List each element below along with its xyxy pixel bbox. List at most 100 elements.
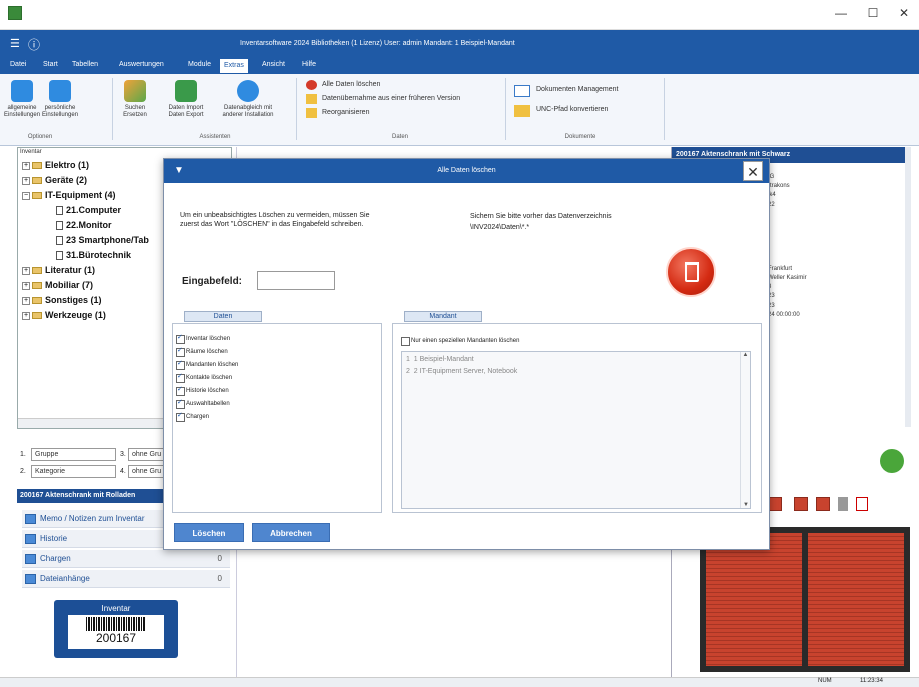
tree-item-label: 31.Bürotechnik bbox=[66, 250, 132, 260]
menu-auswertungen[interactable]: Auswertungen bbox=[119, 61, 164, 68]
tree-item-literatur[interactable]: + Literatur (1) bbox=[22, 265, 95, 275]
menu-start[interactable]: Start bbox=[43, 61, 58, 68]
mandant-list[interactable]: 1 1 Beispiel-Mandant 2 2 IT-Equipment Se… bbox=[401, 351, 751, 509]
menu-ansicht[interactable]: Ansicht bbox=[262, 61, 285, 68]
data-transfer-item[interactable]: Datenübernahme aus einer früheren Versio… bbox=[306, 93, 460, 105]
folder-icon bbox=[32, 312, 42, 320]
menu-module[interactable]: Module bbox=[188, 61, 211, 68]
barcode-box: 200167 bbox=[68, 615, 164, 649]
tree-item-werkzeuge[interactable]: + Werkzeuge (1) bbox=[22, 310, 106, 320]
personal-settings-label: persönliche Einstellungen bbox=[42, 105, 79, 118]
right-panel-scrollbar[interactable] bbox=[905, 147, 911, 427]
cancel-button[interactable]: Abbrechen bbox=[252, 523, 330, 542]
tree-item-geraete[interactable]: + Geräte (2) bbox=[22, 175, 87, 185]
checkbox-inventar[interactable]: Inventar löschen bbox=[176, 333, 230, 344]
group-level-3-value: ohne Gru bbox=[132, 451, 162, 458]
dialog-menu-icon[interactable]: ▼ bbox=[174, 159, 184, 183]
tree-item-sonstiges[interactable]: + Sonstiges (1) bbox=[22, 295, 102, 305]
folder-icon bbox=[32, 177, 42, 185]
import-export-icon bbox=[175, 80, 197, 102]
edit-document-icon[interactable] bbox=[768, 497, 782, 511]
general-settings-button[interactable]: allgemeine Einstellungen bbox=[4, 80, 40, 119]
personal-settings-button[interactable]: persönliche Einstellungen bbox=[42, 80, 78, 119]
pencil-icon bbox=[514, 105, 530, 117]
tree-item-mobiliar[interactable]: + Mobiliar (7) bbox=[22, 280, 93, 290]
dialog-title: Alle Daten löschen bbox=[437, 167, 496, 174]
folder-icon bbox=[32, 297, 42, 305]
field-value: Weller Kasimir bbox=[768, 275, 807, 282]
checkbox-single-mandant[interactable]: Nur einen speziellen Mandanten löschen bbox=[401, 336, 519, 346]
field-value: 22 bbox=[768, 201, 775, 208]
tree-item-buerotechnik[interactable]: 31.Bürotechnik bbox=[56, 250, 132, 261]
delete-button[interactable]: Löschen bbox=[174, 523, 244, 542]
menu-hilfe[interactable]: Hilfe bbox=[302, 61, 316, 68]
expand-icon[interactable]: + bbox=[22, 281, 30, 290]
checkbox-historie[interactable]: Historie löschen bbox=[176, 385, 229, 396]
mandant-row[interactable]: 1 1 Beispiel-Mandant bbox=[406, 356, 474, 363]
section-chargen[interactable]: Chargen 0 bbox=[22, 550, 230, 568]
menu-datei[interactable]: Datei bbox=[10, 61, 26, 68]
tab-mandant[interactable]: Mandant bbox=[404, 311, 482, 322]
pdf-icon[interactable] bbox=[856, 497, 868, 511]
expand-icon[interactable]: + bbox=[22, 161, 30, 170]
tab-daten[interactable]: Daten bbox=[184, 311, 262, 322]
close-window-button[interactable]: ✕ bbox=[891, 6, 917, 22]
gear-user-icon bbox=[49, 80, 71, 102]
minimize-button[interactable]: — bbox=[828, 6, 854, 22]
trash-can-glyph bbox=[685, 262, 699, 282]
unc-path-item[interactable]: UNC-Pfad konvertieren bbox=[514, 104, 608, 117]
edit-document-icon[interactable] bbox=[816, 497, 830, 511]
expand-icon[interactable]: + bbox=[22, 176, 30, 185]
group-level-1-select[interactable]: Gruppe bbox=[31, 448, 116, 461]
transfer-icon bbox=[306, 94, 317, 104]
expand-icon[interactable]: + bbox=[22, 266, 30, 275]
checkbox-auswahltabellen[interactable]: Auswahltabellen bbox=[176, 398, 230, 409]
tree-item-monitor[interactable]: 22.Monitor bbox=[56, 220, 112, 231]
import-export-button[interactable]: Daten Import Daten Export bbox=[166, 80, 206, 119]
menu-tabellen[interactable]: Tabellen bbox=[72, 61, 98, 68]
checkbox-kontakte[interactable]: Kontakte löschen bbox=[176, 372, 232, 383]
info-icon[interactable]: ⓘ bbox=[28, 36, 40, 53]
tool-icon[interactable] bbox=[838, 497, 848, 511]
tree-item-elektro[interactable]: + Elektro (1) bbox=[22, 160, 89, 170]
sync-button[interactable]: Datenabgleich mit anderer Installation bbox=[218, 80, 278, 119]
import-export-label: Daten Import Daten Export bbox=[168, 105, 204, 118]
delete-all-data-item[interactable]: Alle Daten löschen bbox=[306, 79, 380, 91]
tree-item-label: Literatur (1) bbox=[45, 265, 96, 275]
document-management-item[interactable]: Dokumenten Management bbox=[514, 84, 619, 97]
menu-extras[interactable]: Extras bbox=[220, 59, 248, 73]
hamburger-icon[interactable]: ☰ bbox=[10, 37, 20, 50]
edit-document-icon[interactable] bbox=[794, 497, 808, 511]
confirm-input[interactable] bbox=[257, 271, 335, 290]
document-icon bbox=[56, 251, 63, 261]
expand-icon[interactable]: + bbox=[22, 296, 30, 305]
section-dateianhaenge-count: 0 bbox=[217, 574, 222, 583]
checkbox-mandanten[interactable]: Mandanten löschen bbox=[176, 359, 238, 370]
group-level-3-select[interactable]: ohne Gru bbox=[128, 448, 168, 461]
tree-item-smartphone[interactable]: 23 Smartphone/Tab bbox=[56, 235, 149, 246]
right-panel-fields: IG rtrakons ik4 22 Frankfurt Weller Kasi… bbox=[768, 173, 807, 320]
reorganize-item[interactable]: Reorganisieren bbox=[306, 107, 369, 119]
dialog-close-button[interactable]: ✕ bbox=[743, 161, 763, 181]
checkbox-chargen[interactable]: Chargen bbox=[176, 411, 209, 422]
tree-item-label: Mobiliar (7) bbox=[45, 280, 94, 290]
group-dokumente: Dokumente bbox=[564, 134, 596, 140]
mandant-row[interactable]: 2 2 IT-Equipment Server, Notebook bbox=[406, 368, 517, 375]
document-icon bbox=[56, 236, 63, 246]
group-level-4-select[interactable]: ohne Gru bbox=[128, 465, 168, 478]
tree-item-it-equipment[interactable]: − IT-Equipment (4) bbox=[22, 190, 116, 200]
section-dateianhaenge-label: Dateianhänge bbox=[40, 574, 90, 583]
checkbox-raeume[interactable]: Räume löschen bbox=[176, 346, 228, 357]
section-dateianhaenge[interactable]: Dateianhänge 0 bbox=[22, 570, 230, 588]
expand-icon[interactable]: + bbox=[22, 311, 30, 320]
maximize-button[interactable]: ☐ bbox=[860, 6, 886, 22]
folder-open-icon bbox=[32, 192, 42, 200]
search-replace-button[interactable]: Suchen Ersetzen bbox=[120, 80, 150, 119]
user-add-icon[interactable] bbox=[880, 449, 904, 473]
collapse-icon[interactable]: − bbox=[22, 191, 30, 200]
tree-item-computer[interactable]: 21.Computer bbox=[56, 205, 121, 216]
section-chargen-count: 0 bbox=[217, 554, 222, 563]
group-level-2-select[interactable]: Kategorie bbox=[31, 465, 116, 478]
mandant-list-scrollbar[interactable]: ▲ ▼ bbox=[740, 352, 750, 508]
field-value: ik4 bbox=[768, 192, 776, 199]
